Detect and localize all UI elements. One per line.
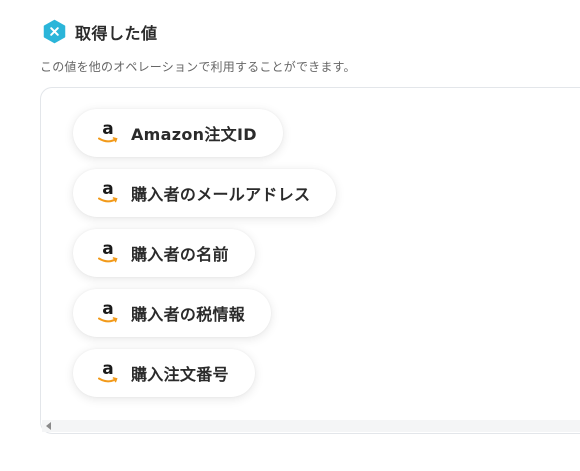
amazon-icon: a [97,241,119,265]
amazon-icon: a [97,121,119,145]
value-pill-label: 購入者の名前 [131,245,229,264]
value-pill-buyer-email[interactable]: a 購入者のメールアドレス [73,169,337,217]
section-header: 取得した値 [42,19,158,44]
section-description: この値を他のオペレーションで利用することができます。 [40,60,356,74]
value-pill-buyer-name[interactable]: a 購入者の名前 [73,229,255,277]
horizontal-scrollbar[interactable] [42,420,580,432]
value-pill-label: 購入者のメールアドレス [131,185,311,204]
value-pill-label: 購入者の税情報 [131,305,246,324]
value-pill-buyer-tax-info[interactable]: a 購入者の税情報 [73,289,272,337]
x-hexagon-icon [42,19,67,44]
values-panel: a Amazon注文ID a 購入者のメールアドレス a 購入者の名前 a 購入… [40,87,580,434]
value-pill-amazon-order-id[interactable]: a Amazon注文ID [73,109,283,157]
amazon-icon: a [97,361,119,385]
value-pill-purchase-order-number[interactable]: a 購入注文番号 [73,349,255,397]
amazon-icon: a [97,301,119,325]
amazon-icon: a [97,181,119,205]
scroll-left-arrow-icon[interactable] [46,422,51,430]
value-pill-label: Amazon注文ID [131,125,257,144]
section-title: 取得した値 [75,23,158,43]
value-pill-label: 購入注文番号 [131,365,229,384]
